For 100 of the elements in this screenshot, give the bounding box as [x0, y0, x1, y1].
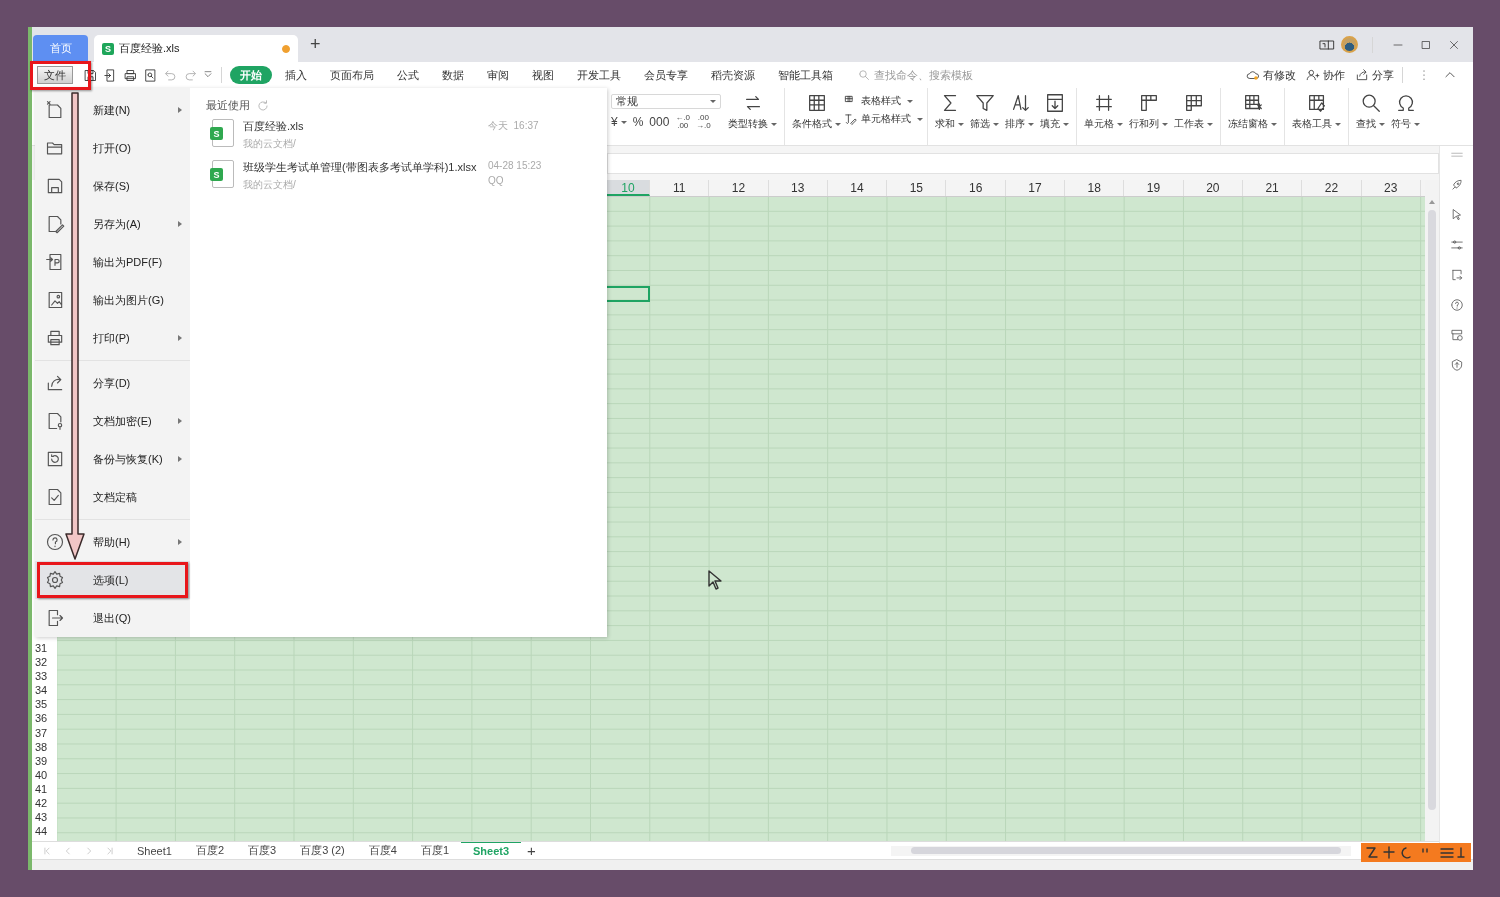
row-header[interactable]: 40	[32, 767, 57, 782]
ribbon-button[interactable]: 排序	[1002, 92, 1037, 131]
ribbon-tab[interactable]: 视图	[522, 66, 564, 84]
row-header[interactable]: 42	[32, 796, 57, 811]
rocket-icon[interactable]	[1449, 178, 1464, 192]
refresh-icon[interactable]	[256, 98, 270, 113]
ribbon-button[interactable]: 单元格样式	[844, 112, 923, 126]
toolbar-action[interactable]: 有修改	[1246, 67, 1296, 83]
ribbon-tab[interactable]: 审阅	[477, 66, 519, 84]
number-format-button[interactable]: %	[632, 115, 644, 129]
decimal-button[interactable]: ←.0 .00	[675, 114, 691, 130]
ribbon-tab[interactable]: 公式	[387, 66, 429, 84]
file-menu-item[interactable]: 输出为图片(G)	[35, 281, 190, 319]
formula-field[interactable]	[607, 152, 1439, 174]
sheet-tab[interactable]: 百度4	[356, 842, 409, 859]
print-preview-icon[interactable]	[143, 67, 158, 83]
new-tab-button[interactable]: +	[304, 34, 327, 55]
recent-file-item[interactable]: S 班级学生考试单管理(带图表多考试单学科)1.xlsx 我的云文档/ 04-28 15:23 QQ	[206, 160, 591, 201]
shop-icon[interactable]	[1449, 328, 1464, 342]
help-icon[interactable]	[1449, 298, 1464, 312]
column-header[interactable]: 18	[1065, 180, 1125, 196]
row-header[interactable]: 38	[32, 739, 57, 754]
file-menu-item[interactable]: 文档定稿	[35, 478, 190, 516]
ribbon-tab[interactable]: 稻壳资源	[701, 66, 765, 84]
row-header[interactable]: 39	[32, 753, 57, 768]
maximize-icon[interactable]	[1420, 38, 1432, 51]
row-header[interactable]: 31	[32, 641, 57, 656]
row-header[interactable]: 32	[32, 655, 57, 670]
number-format-button[interactable]: ¥	[611, 115, 627, 129]
ribbon-button[interactable]: 查找	[1353, 92, 1388, 131]
ribbon-button[interactable]: 行和列	[1126, 92, 1171, 131]
file-menu-item[interactable]: 保存(S)	[35, 167, 190, 205]
mouse-cursor-icon	[708, 570, 722, 590]
row-header[interactable]: 37	[32, 725, 57, 740]
file-menu-item[interactable]: 打开(O)	[35, 129, 190, 167]
shield-icon[interactable]	[1449, 358, 1464, 372]
column-header[interactable]: 11	[650, 180, 710, 196]
close-icon[interactable]	[1448, 38, 1460, 51]
sheet-tab[interactable]: 百度3	[236, 842, 289, 859]
command-search-field[interactable]: 查找命令、搜索模板	[858, 68, 986, 82]
column-header[interactable]: 15	[887, 180, 947, 196]
sheet-tab[interactable]: Sheet1	[125, 842, 184, 859]
column-header[interactable]: 16	[946, 180, 1006, 196]
ribbon-button[interactable]: 单元格	[1081, 92, 1126, 131]
ribbon-tab[interactable]: 智能工具箱	[768, 66, 843, 84]
file-menu-button[interactable]: 文件	[37, 66, 73, 84]
row-header[interactable]: 44	[32, 824, 57, 839]
toolbar-action[interactable]: 分享	[1355, 67, 1394, 83]
column-header[interactable]: 20	[1183, 180, 1243, 196]
file-menu-item[interactable]: 退出(Q)	[35, 599, 190, 637]
file-menu-item[interactable]: 输出为PDF(F)	[35, 243, 190, 281]
ribbon-tab[interactable]: 数据	[432, 66, 474, 84]
number-format-dropdown[interactable]: 常规	[611, 94, 721, 109]
document-tab[interactable]: S 百度经验.xls	[94, 35, 298, 62]
sliders-icon[interactable]	[1449, 238, 1464, 252]
column-header[interactable]: 17	[1005, 180, 1066, 196]
sheet-tab[interactable]: 百度2	[183, 842, 236, 859]
ribbon-tab[interactable]: 插入	[275, 66, 317, 84]
avatar-icon[interactable]	[1341, 36, 1358, 53]
recent-file-item[interactable]: S 百度经验.xls 我的云文档/ 今天 16:37	[206, 119, 591, 160]
ribbon-button[interactable]: 条件格式	[789, 92, 844, 131]
ribbon-button[interactable]: 工作表	[1171, 92, 1216, 131]
ribbon-button[interactable]: 表格样式	[844, 94, 923, 108]
transform-icon[interactable]	[1449, 268, 1464, 282]
row-header[interactable]: 35	[32, 697, 57, 712]
row-header[interactable]: 34	[32, 683, 57, 698]
add-sheet-button[interactable]: +	[521, 842, 542, 859]
horizontal-scrollbar[interactable]	[891, 845, 1351, 856]
dropdown-caret-icon[interactable]	[203, 70, 213, 80]
ribbon-button[interactable]: 填充	[1037, 92, 1072, 131]
toolbar-action[interactable]: 协作	[1306, 67, 1345, 83]
ribbon-button[interactable]: 求和	[932, 92, 967, 131]
ribbon-button[interactable]: 冻结窗格	[1225, 92, 1280, 131]
decimal-button[interactable]: .00 →.0	[696, 114, 711, 130]
column-header[interactable]: 12	[709, 180, 769, 196]
column-header[interactable]: 13	[768, 180, 828, 196]
row-header[interactable]: 33	[32, 669, 57, 684]
number-format-button[interactable]: 000	[649, 115, 670, 129]
ime-toolbar-drawing[interactable]	[1361, 843, 1471, 862]
ribbon-button[interactable]: 表格工具	[1289, 92, 1344, 131]
vertical-scrollbar[interactable]	[1425, 180, 1439, 841]
ribbon-button[interactable]: 符号	[1388, 92, 1423, 131]
row-header[interactable]: 36	[32, 711, 57, 726]
print-icon[interactable]	[123, 67, 138, 83]
sheet-tab[interactable]: 百度3 (2)	[288, 842, 357, 859]
column-header[interactable]: 19	[1124, 180, 1184, 196]
row-header[interactable]: 43	[32, 810, 57, 825]
column-header[interactable]: 23	[1361, 180, 1421, 196]
ribbon-button[interactable]: 筛选	[967, 92, 1002, 131]
column-header[interactable]: 21	[1242, 180, 1303, 196]
column-header[interactable]: 14	[827, 180, 888, 196]
file-menu-item[interactable]: 分享(D)	[35, 364, 190, 402]
save-icon[interactable]	[83, 67, 98, 83]
row-header[interactable]: 41	[32, 781, 57, 797]
column-header[interactable]: 22	[1302, 180, 1362, 196]
ribbon-button[interactable]: 类型转换	[725, 92, 780, 131]
sheet-tab[interactable]: 百度1	[408, 842, 461, 859]
ribbon-tab[interactable]: 开发工具	[567, 66, 631, 84]
ribbon-tab[interactable]: 会员专享	[634, 66, 698, 84]
ribbon-tab[interactable]: 页面布局	[320, 66, 384, 84]
